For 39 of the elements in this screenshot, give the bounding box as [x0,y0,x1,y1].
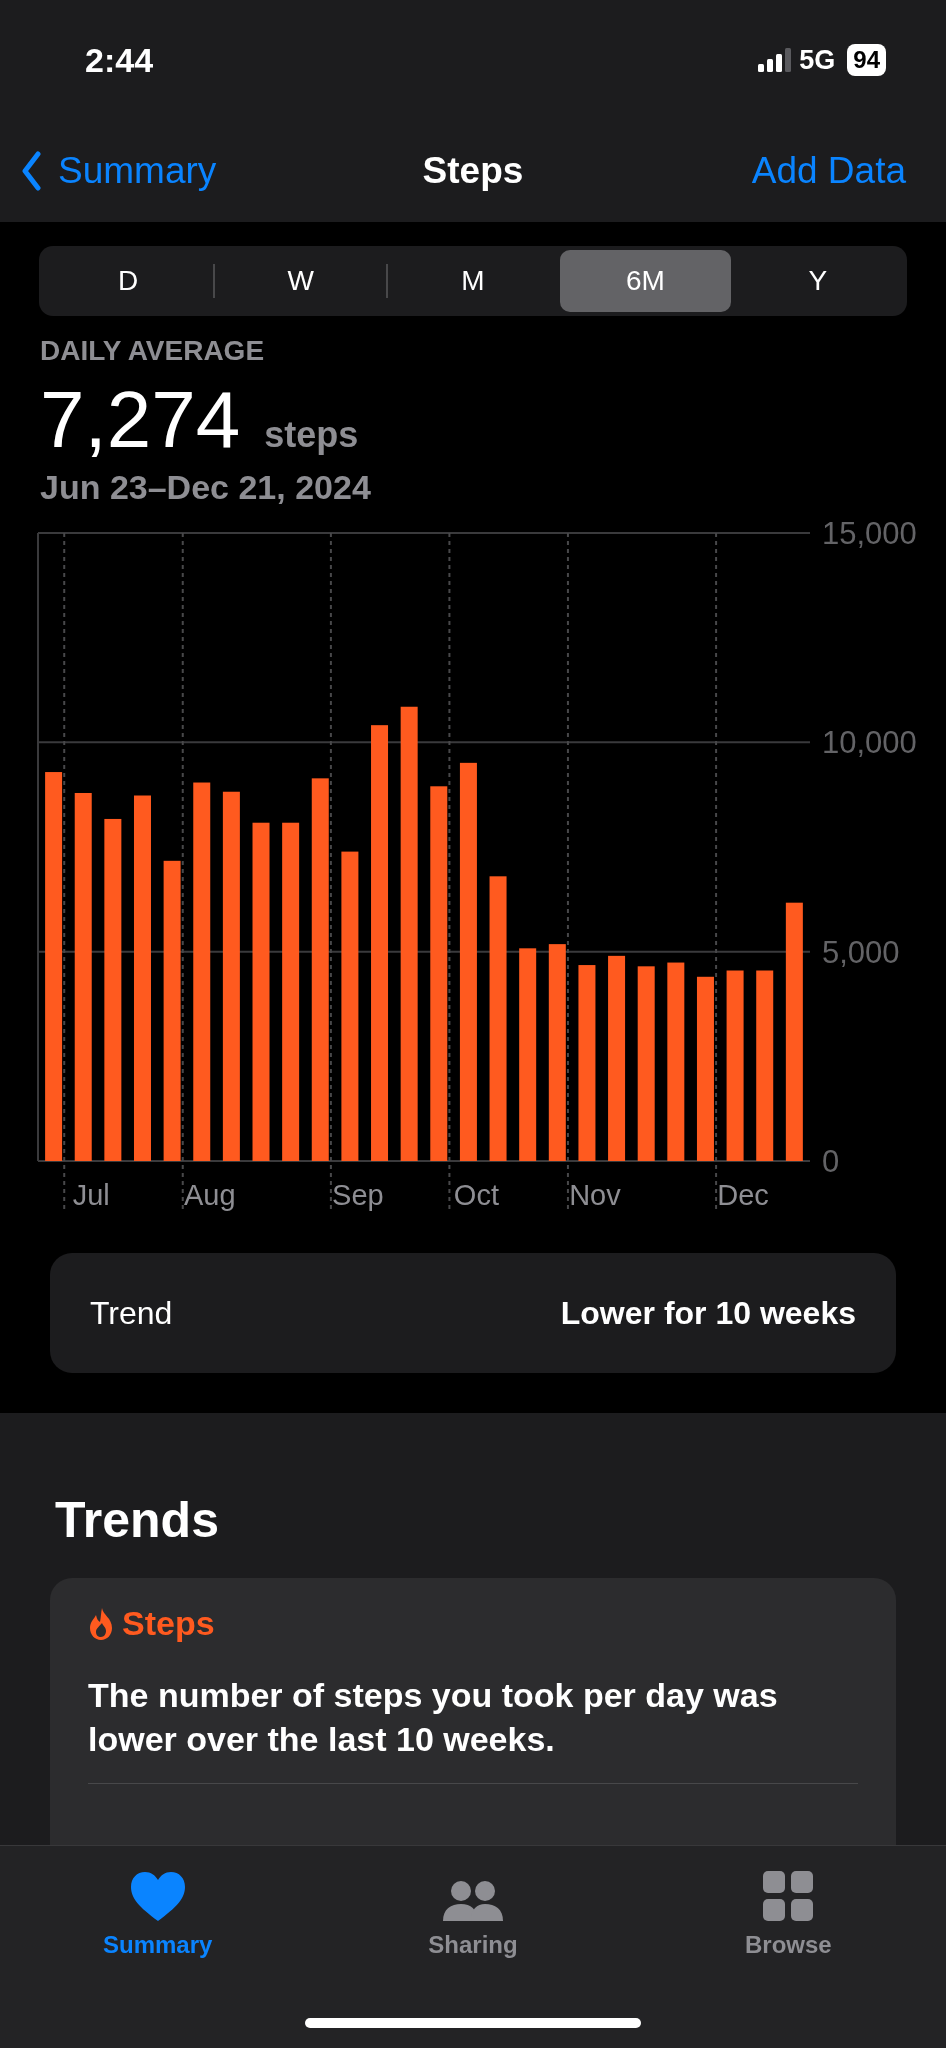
average-value: 7,274 [40,380,241,460]
axis-label: Aug [183,1179,236,1211]
tab-bar-item[interactable]: Browse [630,1864,946,2048]
axis-label: 5,000 [822,934,900,970]
add-data-button[interactable]: Add Data [751,143,906,199]
trend-row[interactable]: Trend Lower for 10 weeks [50,1253,896,1373]
axis-label: Jul [72,1179,110,1211]
date-range: Jun 23–Dec 21, 2024 [40,467,372,508]
range-tab[interactable]: Y [732,250,904,312]
section-heading: Trends [55,1491,220,1550]
range-tab[interactable]: W [215,250,386,312]
axis-label: Sep [332,1179,384,1211]
network-label: 5G [799,43,836,77]
battery-indicator: 94 [847,44,886,76]
grid-icon [761,1869,816,1923]
axis-label: Nov [569,1179,621,1211]
trend-card[interactable]: Steps The number of steps you took per day was lower over the last 10 weeks. [50,1578,896,1845]
back-icon [20,151,42,191]
card-text: The number of steps you took per day was lower over the last 10 weeks. [88,1675,779,1761]
axis-label: 0 [822,1144,840,1179]
tab-bar-item[interactable]: Summary [0,1864,316,2048]
trend-value: Lower for 10 weeks [560,1294,856,1333]
axis-label: 10,000 [822,725,917,761]
range-tab[interactable]: 6M [560,250,731,312]
heart-icon [128,1869,187,1923]
range-tab[interactable]: D [43,250,214,312]
unit-label: steps [264,413,359,457]
signal-icon [758,48,792,72]
card-title: Steps [122,1603,215,1644]
status-time: 2:44 [85,39,154,81]
axis-label: Oct [453,1179,499,1211]
back-button[interactable]: Summary [20,143,217,199]
tab-bar-item[interactable]: Sharing [315,1864,631,2048]
range-tab[interactable]: M [387,250,559,312]
trend-label: Trend [90,1294,173,1333]
screen-title: Steps [422,150,524,192]
axis-label: Dec [717,1179,769,1211]
daily-average-label: DAILY AVERAGE [40,334,266,368]
axis-label: 15,000 [822,516,917,551]
